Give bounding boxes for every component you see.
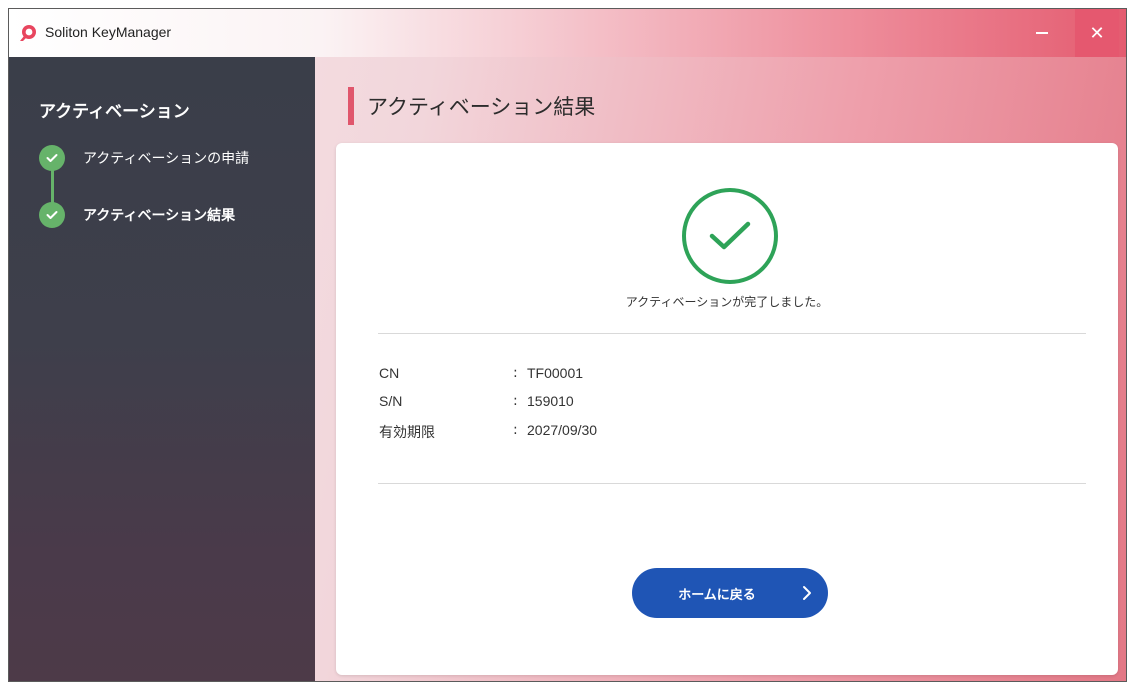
info-separator: : <box>513 422 518 438</box>
minimize-button[interactable] <box>1020 9 1064 57</box>
title-accent-bar <box>348 87 354 125</box>
chevron-right-icon <box>803 586 811 600</box>
info-key: S/N <box>379 393 403 409</box>
check-icon <box>39 202 65 228</box>
window-title: Soliton KeyManager <box>45 24 172 40</box>
close-button[interactable]: ✕ <box>1075 9 1119 57</box>
info-key: 有効期限 <box>379 424 435 440</box>
sidebar-step-request: アクティベーションの申請 <box>39 145 249 171</box>
info-value: 2027/09/30 <box>527 422 598 438</box>
divider <box>378 483 1086 484</box>
return-home-label: ホームに戻る <box>678 587 756 603</box>
title-bar[interactable]: Soliton KeyManager ✕ <box>9 9 1126 57</box>
divider <box>378 333 1086 334</box>
sidebar: アクティベーション アクティベーションの申請 アクティベーション結果 <box>9 57 315 681</box>
soliton-logo-icon <box>20 25 36 41</box>
check-icon <box>39 145 65 171</box>
step-connector <box>51 169 54 204</box>
sidebar-step-label: アクティベーションの申請 <box>83 151 250 167</box>
result-card: アクティベーションが完了しました。 CN : TF00001 S/N : 159… <box>336 143 1118 675</box>
info-separator: : <box>513 393 518 409</box>
minimize-icon <box>1036 32 1048 34</box>
page-title: アクティベーション結果 <box>367 95 596 119</box>
sidebar-title: アクティベーション <box>39 102 190 122</box>
success-message: アクティベーションが完了しました。 <box>625 295 829 309</box>
info-key: CN <box>379 365 400 381</box>
sidebar-step-result: アクティベーション結果 <box>39 202 235 228</box>
info-separator: : <box>513 365 518 381</box>
return-home-button[interactable]: ホームに戻る <box>632 568 828 618</box>
close-icon: ✕ <box>1089 22 1105 44</box>
sidebar-step-label: アクティベーション結果 <box>83 208 236 224</box>
app-window: Soliton KeyManager ✕ アクティベーション アクティベーション… <box>8 8 1127 682</box>
success-check-icon <box>682 188 778 284</box>
info-value: TF00001 <box>527 365 584 381</box>
info-value: 159010 <box>527 393 574 409</box>
